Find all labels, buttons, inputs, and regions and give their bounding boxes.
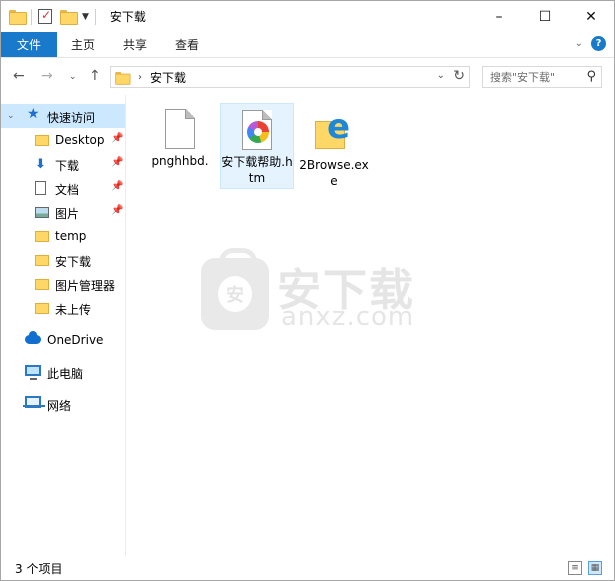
chrome-icon [247, 121, 269, 143]
edge-icon: e [327, 107, 351, 147]
nav-item-desktop[interactable]: Desktop 📌 [1, 128, 125, 152]
new-folder-icon[interactable] [60, 10, 78, 25]
file-item[interactable]: pnghhbd. [143, 103, 217, 189]
chevron-down-icon[interactable]: ⌄ [7, 111, 15, 121]
nav-label: Desktop [55, 133, 105, 147]
folder-icon [35, 133, 49, 146]
breadcrumb[interactable]: 安下载 [150, 69, 186, 86]
nav-label: temp [55, 229, 87, 243]
forward-icon[interactable]: → [41, 68, 53, 84]
nav-label: 此电脑 [47, 367, 84, 381]
quick-access-toolbar: ▼ [1, 1, 102, 32]
nav-label: 网络 [47, 399, 72, 413]
address-row: ← → ⌄ ↑ › 安下载 ⌄ ↻ ⚲ [1, 57, 614, 95]
network-icon [23, 396, 45, 408]
nav-item-pictures[interactable]: 图片 📌 [1, 200, 125, 224]
ribbon-right: ⌄ ? [575, 36, 606, 51]
file-item[interactable]: e 2Browse.exe [297, 103, 371, 189]
nav-quick-access[interactable]: ⌄ ★ 快速访问 [1, 104, 125, 128]
cloud-icon [25, 331, 41, 344]
search-input[interactable] [490, 70, 580, 84]
picture-icon [35, 205, 49, 218]
window-title: 安下载 [109, 10, 146, 24]
search-box[interactable]: ⚲ [482, 66, 602, 88]
navigation-pane: ⌄ ★ 快速访问 Desktop 📌 ⬇ 下载 📌 文档 📌 图片 📌 temp [1, 95, 126, 556]
minimize-button[interactable]: – [476, 1, 522, 32]
pin-icon: 📌 [111, 181, 124, 192]
nav-item-network[interactable]: 网络 [1, 392, 125, 416]
nav-item-anxiazai[interactable]: 安下载 [1, 248, 125, 272]
watermark-bag-icon: 安 [201, 248, 269, 330]
search-icon[interactable]: ⚲ [586, 69, 596, 84]
file-list: pnghhbd. 安下载帮助.htm e 2Browse.exe 安 安下载 a… [127, 95, 614, 556]
nav-item-this-pc[interactable]: 此电脑 [1, 360, 125, 384]
separator [31, 8, 32, 25]
up-icon[interactable]: ↑ [89, 68, 101, 84]
tab-home[interactable]: 主页 [57, 32, 109, 57]
nav-label: 快速访问 [47, 111, 96, 125]
folder-icon [115, 71, 131, 85]
recent-locations-icon[interactable]: ⌄ [69, 72, 77, 82]
nav-label: 下载 [55, 159, 80, 173]
nav-label: OneDrive [47, 333, 104, 347]
folder-icon [35, 229, 49, 242]
nav-label: 图片管理器 [55, 279, 116, 293]
tab-view[interactable]: 查看 [161, 32, 213, 57]
view-buttons: ≡ ▦ [568, 561, 602, 575]
help-icon[interactable]: ? [591, 36, 606, 51]
address-bar[interactable]: › 安下载 ⌄ ↻ [110, 66, 470, 88]
item-count: 3 个项目 [15, 561, 63, 576]
tab-file[interactable]: 文件 [1, 32, 57, 57]
nav-item-downloads[interactable]: ⬇ 下载 📌 [1, 152, 125, 176]
nav-label: 文档 [55, 183, 80, 197]
details-view-icon[interactable]: ≡ [568, 561, 582, 575]
file-name: pnghhbd. [151, 154, 209, 168]
file-item[interactable]: 安下载帮助.htm [220, 103, 294, 189]
watermark-shield: 安 [218, 276, 252, 312]
expand-ribbon-icon[interactable]: ⌄ [575, 38, 583, 49]
htm-file-icon [242, 110, 272, 150]
nav-item-documents[interactable]: 文档 📌 [1, 176, 125, 200]
nav-item-onedrive[interactable]: OneDrive [1, 328, 125, 352]
file-name: 安下载帮助.htm [221, 155, 293, 185]
chevron-down-icon[interactable]: ⌄ [437, 70, 445, 81]
download-arrow-icon: ⬇ [35, 157, 46, 172]
refresh-icon[interactable]: ↻ [453, 68, 465, 84]
large-icons-view-icon[interactable]: ▦ [588, 561, 602, 575]
title-bar: ▼ 安下载 – ☐ ✕ [1, 1, 614, 32]
folder-icon [35, 253, 49, 266]
nav-label: 图片 [55, 207, 80, 221]
nav-label: 未上传 [55, 303, 92, 317]
edge-app-icon: e [309, 107, 359, 153]
customize-toolbar-icon[interactable]: ▼ [82, 12, 89, 22]
watermark: 安 安下载 anxz.com [201, 248, 415, 332]
nav-label: 安下载 [55, 255, 92, 269]
maximize-button[interactable]: ☐ [522, 1, 568, 32]
folder-icon [35, 301, 49, 314]
watermark-domain: anxz.com [281, 302, 415, 332]
explorer-window: ▼ 安下载 – ☐ ✕ 文件 主页 共享 查看 ⌄ ? ← → ⌄ ↑ › 安下… [0, 0, 615, 581]
pin-icon: 📌 [111, 133, 124, 144]
tab-share[interactable]: 共享 [109, 32, 161, 57]
properties-icon[interactable] [38, 8, 52, 24]
status-bar: 3 个项目 ≡ ▦ [1, 556, 614, 580]
back-icon[interactable]: ← [13, 68, 25, 84]
close-button[interactable]: ✕ [568, 1, 614, 32]
nav-item-picture-manager[interactable]: 图片管理器 [1, 272, 125, 296]
file-name: 2Browse.exe [299, 158, 369, 188]
star-icon: ★ [27, 106, 40, 122]
pin-icon: 📌 [111, 205, 124, 216]
blank-file-icon [165, 109, 195, 149]
nav-item-not-uploaded[interactable]: 未上传 [1, 296, 125, 320]
chevron-right-icon[interactable]: › [138, 72, 142, 83]
window-controls: – ☐ ✕ [476, 1, 614, 32]
nav-item-temp[interactable]: temp [1, 224, 125, 248]
folder-icon [35, 277, 49, 290]
ribbon-tabs: 文件 主页 共享 查看 ⌄ ? [1, 32, 614, 57]
separator [94, 8, 96, 25]
folder-icon [9, 10, 27, 25]
document-icon [35, 181, 46, 195]
computer-icon [25, 365, 41, 380]
pin-icon: 📌 [111, 157, 124, 168]
